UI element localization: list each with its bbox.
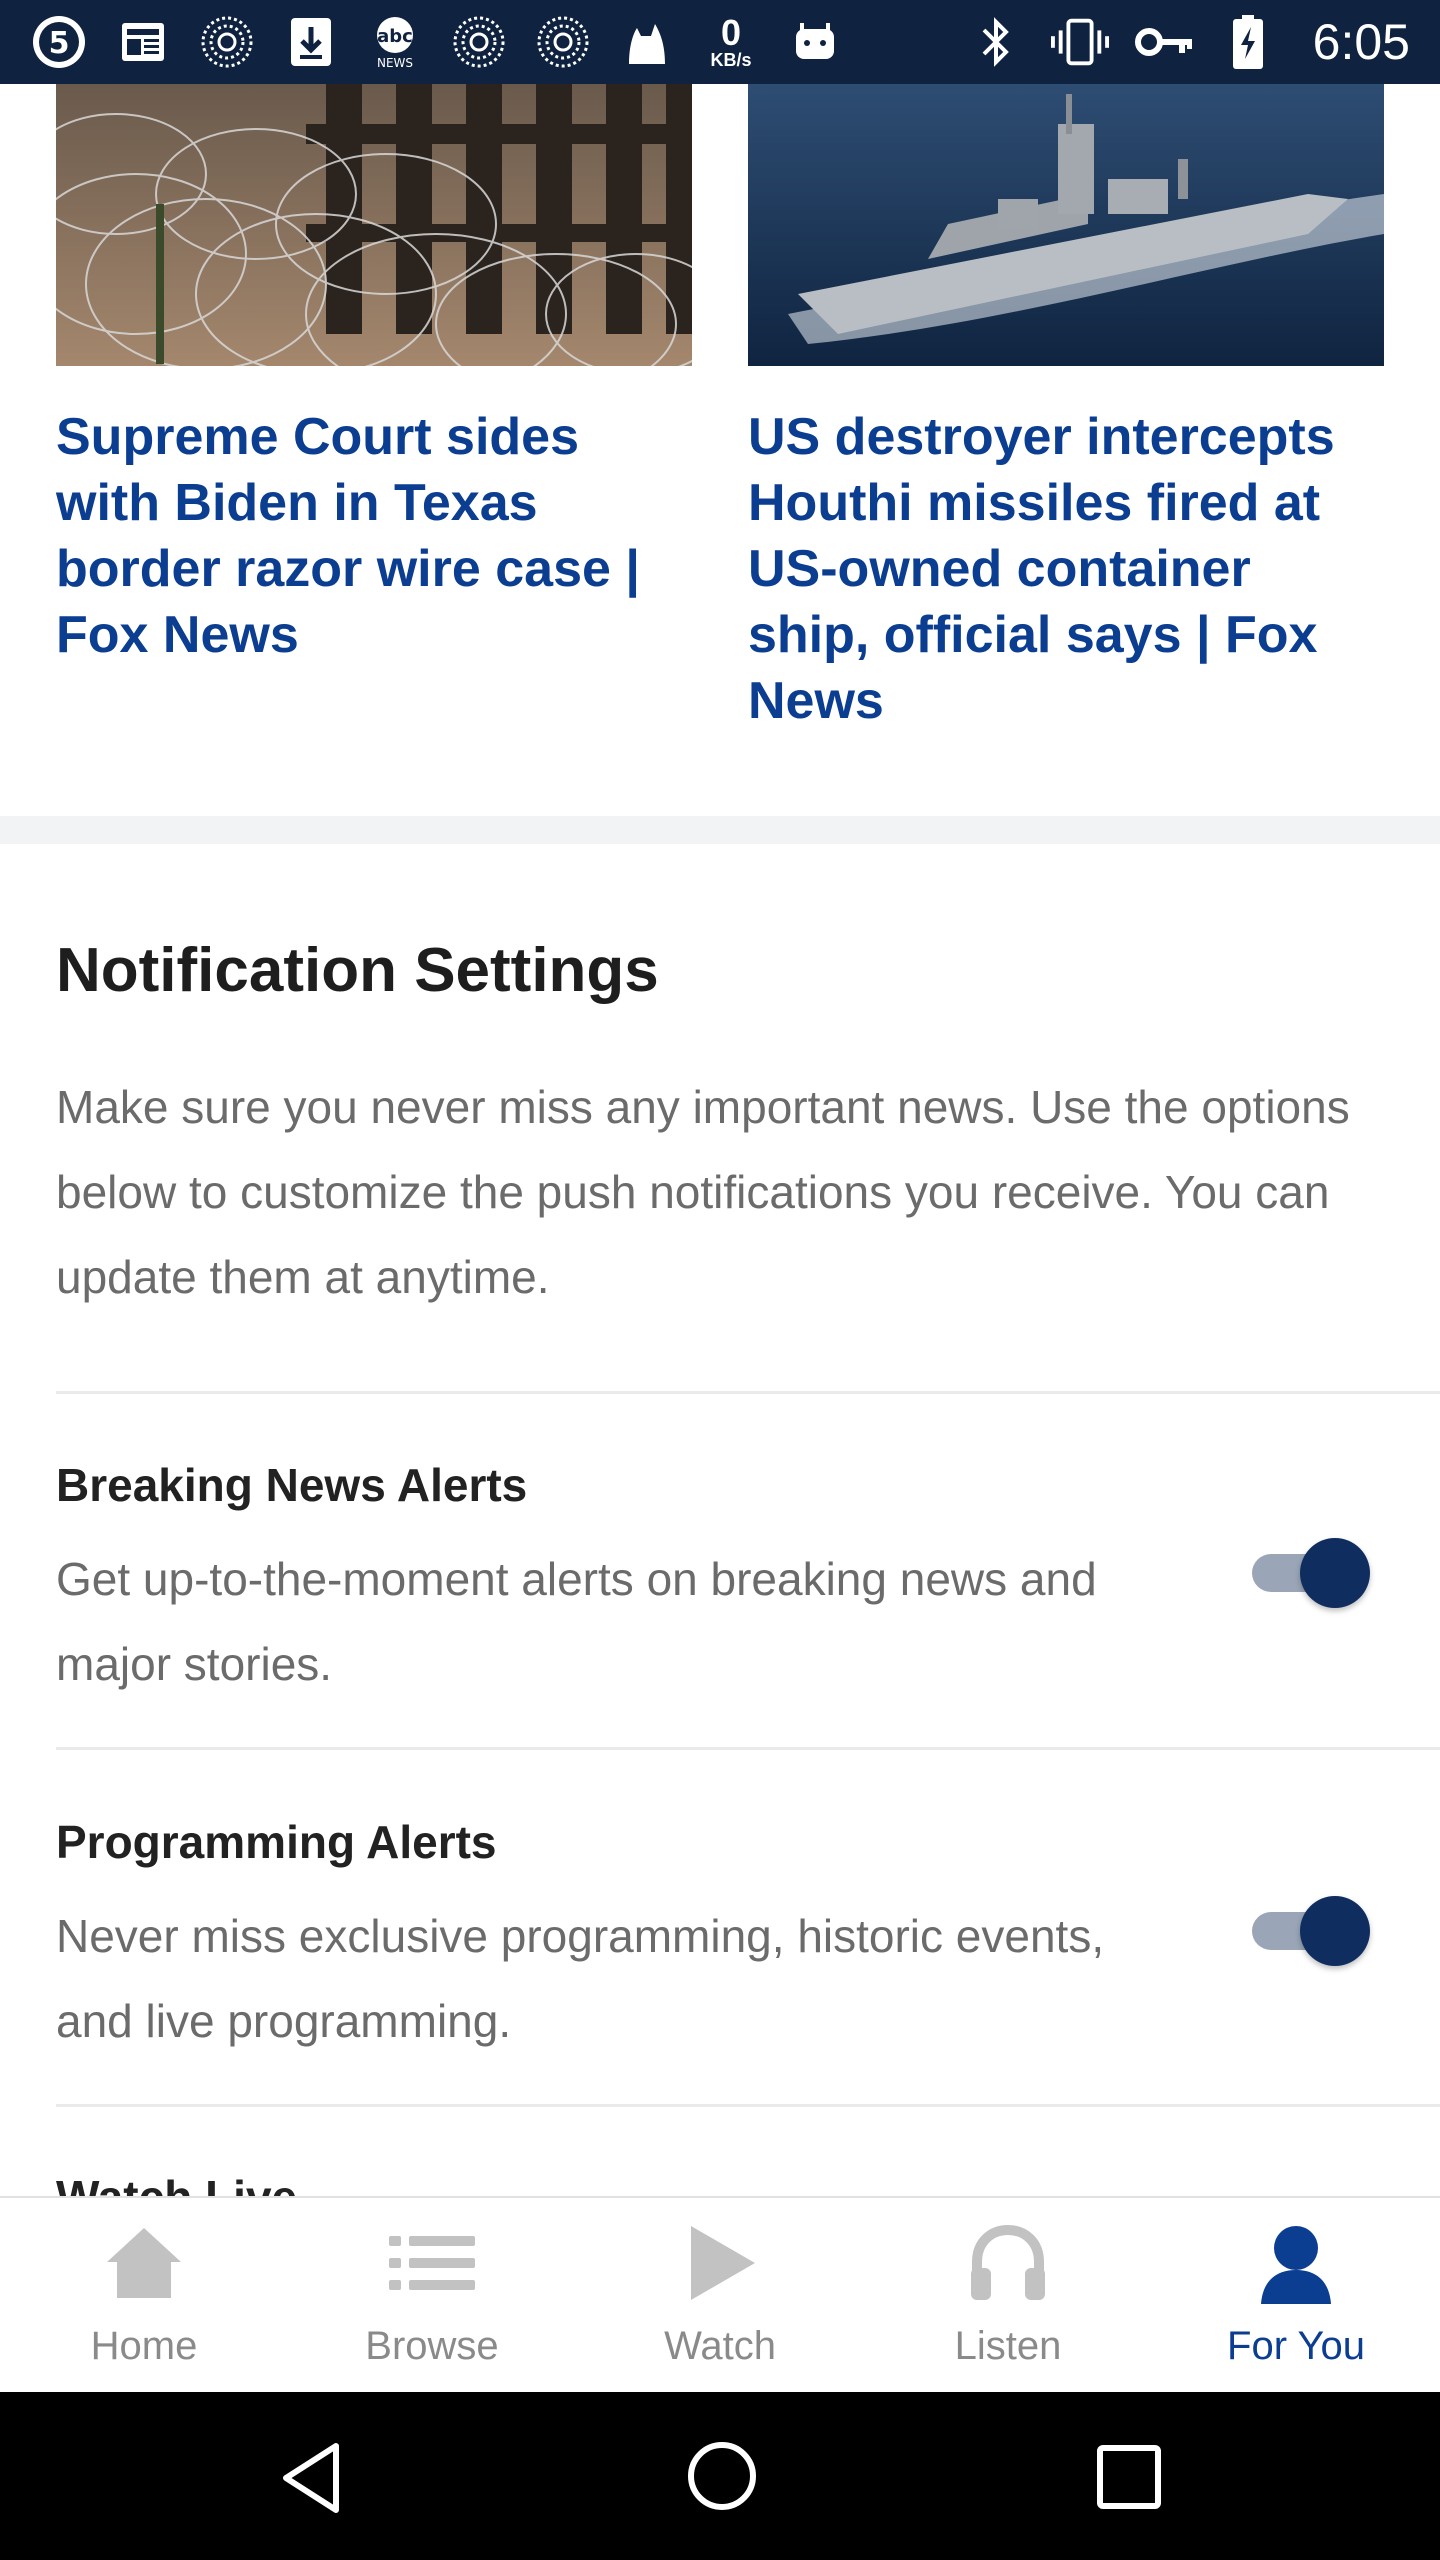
svg-text:NEWS: NEWS (377, 56, 413, 70)
battery-icon (1219, 13, 1277, 71)
setting-description-breaking-news: Get up-to-the-moment alerts on breaking … (56, 1553, 1097, 1690)
toggle-knob (1300, 1538, 1370, 1608)
notification-settings-title: Notification Settings (56, 936, 659, 1005)
article-card[interactable]: Supreme Court sides with Biden in Texas … (56, 84, 692, 668)
android-icon (786, 13, 844, 71)
data-rate-unit: KB/s (710, 50, 752, 70)
status-bar-left-icons: 5 abc NEWS 0 KB/s (30, 10, 844, 74)
nav-watch[interactable]: Watch (576, 2198, 864, 2394)
article-headline[interactable]: US destroyer intercepts Houthi missiles … (748, 404, 1384, 734)
nav-listen[interactable]: Listen (864, 2198, 1152, 2394)
signal-icon (534, 13, 592, 71)
home-icon (99, 2218, 189, 2308)
breaking-news-toggle[interactable] (1252, 1538, 1372, 1608)
programming-alerts-toggle[interactable] (1252, 1896, 1372, 1966)
nav-label: Watch (664, 2324, 776, 2368)
list-icon (387, 2218, 477, 2308)
channel-5-icon: 5 (30, 13, 88, 71)
data-rate-value: 0 (720, 12, 742, 53)
setting-title-programming: Programming Alerts (56, 1816, 497, 1868)
bottom-navigation: Home Browse Watch Listen For You (0, 2196, 1440, 2394)
home-circle-icon[interactable] (684, 2438, 760, 2514)
destroyer-ship-photo[interactable] (748, 84, 1384, 366)
bluetooth-icon (967, 13, 1025, 71)
status-bar-right-icons: 6:05 (967, 10, 1410, 74)
nav-label: Home (90, 2324, 198, 2368)
signal-icon (198, 13, 256, 71)
news-icon (114, 13, 172, 71)
data-rate-icon: 0 KB/s (702, 13, 760, 71)
razor-wire-photo[interactable] (56, 84, 692, 366)
nav-browse[interactable]: Browse (288, 2198, 576, 2394)
divider (56, 1391, 1440, 1394)
nav-for-you[interactable]: For You (1152, 2198, 1440, 2394)
headphones-icon (963, 2218, 1053, 2308)
nav-home[interactable]: Home (0, 2198, 288, 2394)
setting-description-programming: Never miss exclusive programming, histor… (56, 1910, 1105, 2047)
system-navigation-bar (0, 2392, 1440, 2560)
nav-label: For You (1227, 2324, 1365, 2368)
divider (56, 2104, 1440, 2107)
nav-label: Browse (365, 2324, 499, 2368)
divider (56, 1747, 1440, 1750)
article-card[interactable]: US destroyer intercepts Houthi missiles … (748, 84, 1384, 734)
status-bar: 5 abc NEWS 0 KB/s 6:05 (0, 0, 1440, 84)
section-divider (0, 816, 1440, 844)
svg-text:5: 5 (49, 26, 70, 61)
setting-title-breaking-news: Breaking News Alerts (56, 1459, 528, 1511)
person-icon (1251, 2218, 1341, 2308)
play-icon (675, 2218, 765, 2308)
article-headline[interactable]: Supreme Court sides with Biden in Texas … (56, 404, 692, 668)
download-icon (282, 13, 340, 71)
article-grid: Supreme Court sides with Biden in Texas … (0, 84, 1440, 814)
abc-news-icon: abc NEWS (366, 13, 424, 71)
vibrate-icon (1050, 13, 1109, 71)
notification-settings-description: Make sure you never miss any important n… (56, 1081, 1350, 1303)
key-icon (1134, 13, 1193, 71)
cat-icon (618, 13, 676, 71)
toggle-knob (1300, 1896, 1370, 1966)
back-icon[interactable] (276, 2440, 352, 2516)
svg-text:abc: abc (377, 26, 413, 47)
recents-icon[interactable] (1092, 2440, 1168, 2516)
nav-label: Listen (954, 2324, 1062, 2368)
signal-icon (450, 13, 508, 71)
status-time: 6:05 (1312, 14, 1410, 70)
